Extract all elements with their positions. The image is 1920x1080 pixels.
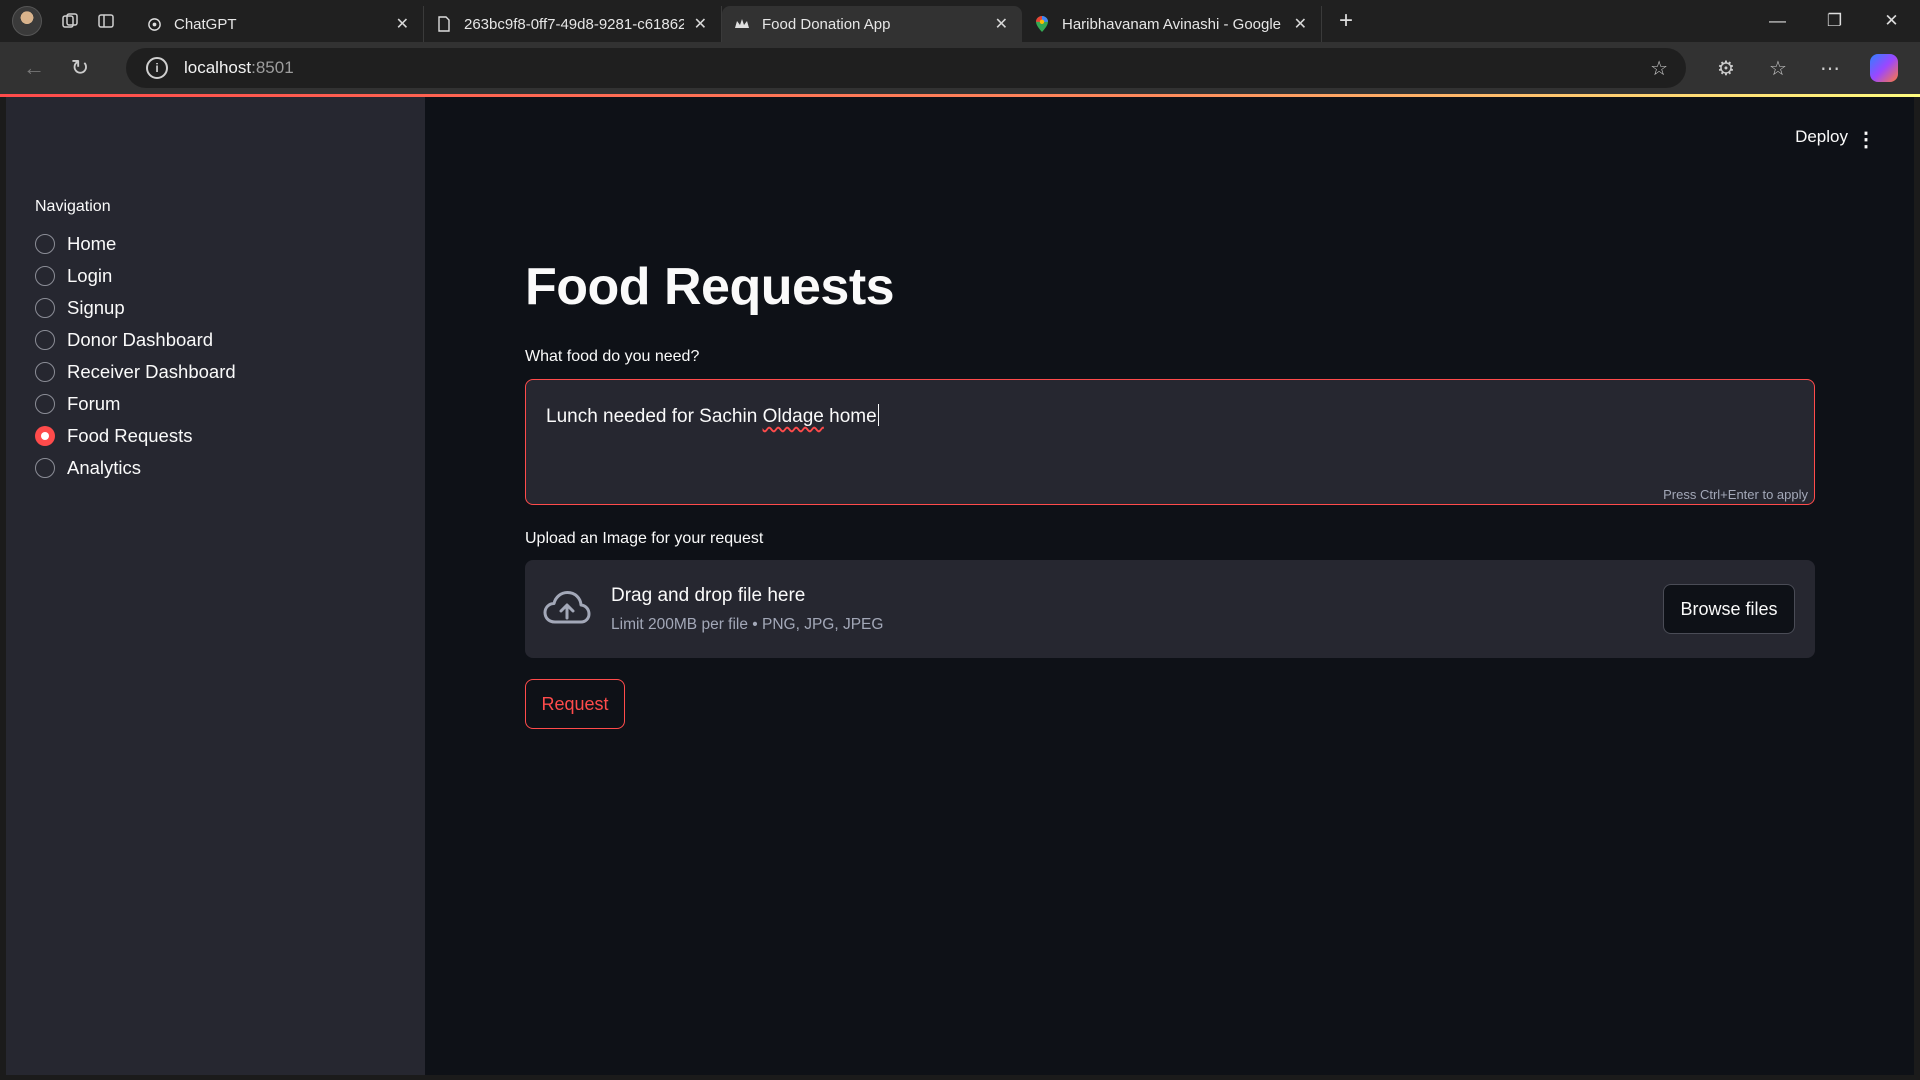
radio-button[interactable] [35, 394, 55, 414]
deploy-button[interactable]: Deploy [1795, 127, 1848, 147]
site-info-icon[interactable]: i [146, 57, 168, 79]
cloud-upload-icon [543, 591, 591, 624]
extensions-icon[interactable]: ⚙ [1700, 48, 1752, 88]
sidebar-item-food-requests[interactable]: Food Requests [35, 420, 236, 452]
url-text: localhost:8501 [184, 58, 294, 77]
streamlit-crown-icon [734, 16, 750, 32]
upload-label: Upload an Image for your request [525, 530, 764, 547]
browse-files-button[interactable]: Browse files [1663, 584, 1795, 634]
browser-toolbar-icons: ⚙ ☆ ⋯ [1700, 48, 1898, 88]
window-border [0, 1075, 1920, 1080]
sidebar-item-login[interactable]: Login [35, 260, 236, 292]
tab-chatgpt[interactable]: ChatGPT ✕ [134, 6, 424, 42]
close-tab-icon[interactable]: ✕ [995, 14, 1008, 34]
workspaces-icon[interactable] [52, 5, 88, 37]
spellcheck-word: Oldage [762, 406, 824, 427]
back-arrow-icon[interactable]: ← [12, 48, 56, 88]
sidebar: Navigation Home Login Signup Donor Dashb… [6, 97, 425, 1075]
copilot-icon[interactable] [1870, 54, 1898, 82]
more-options-icon[interactable]: ⋯ [1804, 48, 1856, 88]
radio-button[interactable] [35, 330, 55, 350]
maps-pin-icon [1034, 16, 1050, 32]
radio-button[interactable] [35, 298, 55, 318]
sidebar-item-receiver-dashboard[interactable]: Receiver Dashboard [35, 356, 236, 388]
main-menu-icon[interactable]: ⋮ [1856, 127, 1876, 152]
tab-google-maps[interactable]: Haribhavanam Avinashi - Google ✕ [1022, 6, 1322, 42]
food-request-textarea[interactable]: Lunch needed for Sachin Oldage home Pres… [525, 379, 1815, 505]
radio-button[interactable] [35, 458, 55, 478]
address-toolbar: ← ↻ i localhost:8501 ☆ ⚙ ☆ ⋯ [0, 42, 1920, 94]
close-tab-icon[interactable]: ✕ [1294, 14, 1307, 34]
window-controls: — ❐ ✕ [1749, 0, 1920, 42]
food-input-label: What food do you need? [525, 348, 700, 365]
new-tab-icon[interactable]: + [1326, 5, 1366, 37]
favorite-star-icon[interactable]: ☆ [1650, 56, 1668, 81]
tab-title: Food Donation App [762, 15, 891, 33]
sidebar-item-forum[interactable]: Forum [35, 388, 236, 420]
page-title: Food Requests [525, 258, 895, 316]
address-bar[interactable]: i localhost:8501 ☆ [126, 48, 1686, 88]
radio-button[interactable] [35, 234, 55, 254]
profile-avatar[interactable] [12, 6, 42, 36]
radio-button[interactable] [35, 362, 55, 382]
food-request-value: Lunch needed for Sachin Oldage home [546, 404, 880, 428]
close-window-icon[interactable]: ✕ [1863, 0, 1920, 42]
radio-button[interactable] [35, 266, 55, 286]
sidebar-item-donor-dashboard[interactable]: Donor Dashboard [35, 324, 236, 356]
tab-food-donation-app[interactable]: Food Donation App ✕ [722, 6, 1022, 42]
navigation-radio-group: Home Login Signup Donor Dashboard Receiv… [35, 228, 236, 484]
tab-title: ChatGPT [174, 15, 237, 33]
close-tab-icon[interactable]: ✕ [694, 14, 707, 34]
favorites-icon[interactable]: ☆ [1752, 48, 1804, 88]
tab-title: Haribhavanam Avinashi - Google [1062, 15, 1282, 33]
close-tab-icon[interactable]: ✕ [396, 14, 409, 34]
sidebar-item-analytics[interactable]: Analytics [35, 452, 236, 484]
chatgpt-icon [146, 16, 162, 32]
browser-tab-strip: ChatGPT ✕ 263bc9f8-0ff7-49d8-9281-c61862… [0, 0, 1920, 42]
sidebar-item-home[interactable]: Home [35, 228, 236, 260]
document-icon [436, 16, 452, 32]
refresh-icon[interactable]: ↻ [58, 48, 102, 88]
sidebar-item-signup[interactable]: Signup [35, 292, 236, 324]
vertical-tabs-icon[interactable] [88, 5, 124, 37]
request-button[interactable]: Request [525, 679, 625, 729]
tab-document[interactable]: 263bc9f8-0ff7-49d8-9281-c61862 ✕ [424, 6, 722, 42]
textarea-hint: Press Ctrl+Enter to apply [1663, 487, 1808, 502]
restore-icon[interactable]: ❐ [1806, 0, 1863, 42]
main-content: Deploy ⋮ Food Requests What food do you … [425, 97, 1914, 1075]
radio-button-selected[interactable] [35, 426, 55, 446]
dropzone-title: Drag and drop file here [611, 585, 806, 606]
text-caret [877, 404, 880, 426]
tab-title: 263bc9f8-0ff7-49d8-9281-c61862 [464, 15, 684, 33]
minimize-icon[interactable]: — [1749, 0, 1806, 42]
file-dropzone[interactable]: Drag and drop file here Limit 200MB per … [525, 560, 1815, 658]
window-border [1914, 97, 1920, 1075]
sidebar-title: Navigation [35, 198, 111, 215]
dropzone-limit: Limit 200MB per file • PNG, JPG, JPEG [611, 616, 884, 633]
